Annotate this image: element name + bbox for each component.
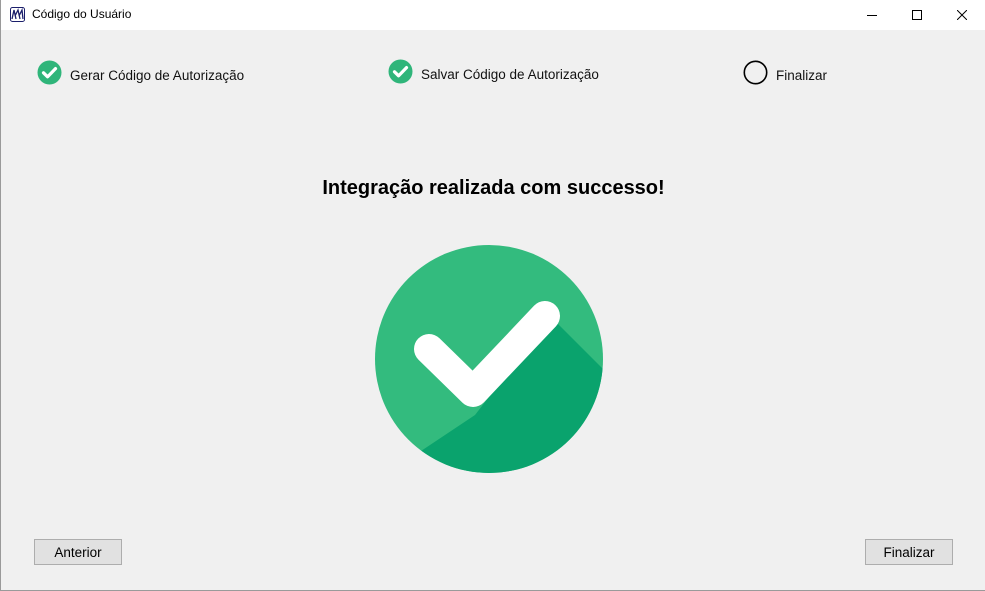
success-check-icon: [375, 245, 603, 473]
close-icon: [957, 10, 967, 20]
success-heading: Integração realizada com successo!: [322, 177, 665, 199]
check-circle-icon: [388, 59, 413, 89]
window-title: Código do Usuário: [32, 7, 132, 21]
empty-circle-icon: [743, 60, 768, 90]
previous-button[interactable]: Anterior: [34, 539, 122, 565]
step-finish: Finalizar: [743, 60, 828, 90]
step-save-code: Salvar Código de Autorização: [388, 59, 599, 89]
check-circle-icon: [37, 60, 62, 90]
step-label: Salvar Código de Autorização: [421, 66, 599, 82]
maximize-icon: [912, 10, 922, 20]
step-label: Finalizar: [776, 67, 828, 83]
minimize-button[interactable]: [849, 0, 895, 30]
app-window: Código do Usuário Gerar Código de Autori…: [0, 0, 985, 591]
step-generate-code: Gerar Código de Autorização: [37, 60, 245, 90]
finish-button[interactable]: Finalizar: [865, 539, 953, 565]
title-bar[interactable]: Código do Usuário: [1, 0, 985, 30]
step-label: Gerar Código de Autorização: [70, 67, 245, 83]
app-logo-icon: [10, 7, 25, 22]
maximize-button[interactable]: [894, 0, 940, 30]
minimize-icon: [867, 10, 877, 20]
close-button[interactable]: [939, 0, 985, 30]
